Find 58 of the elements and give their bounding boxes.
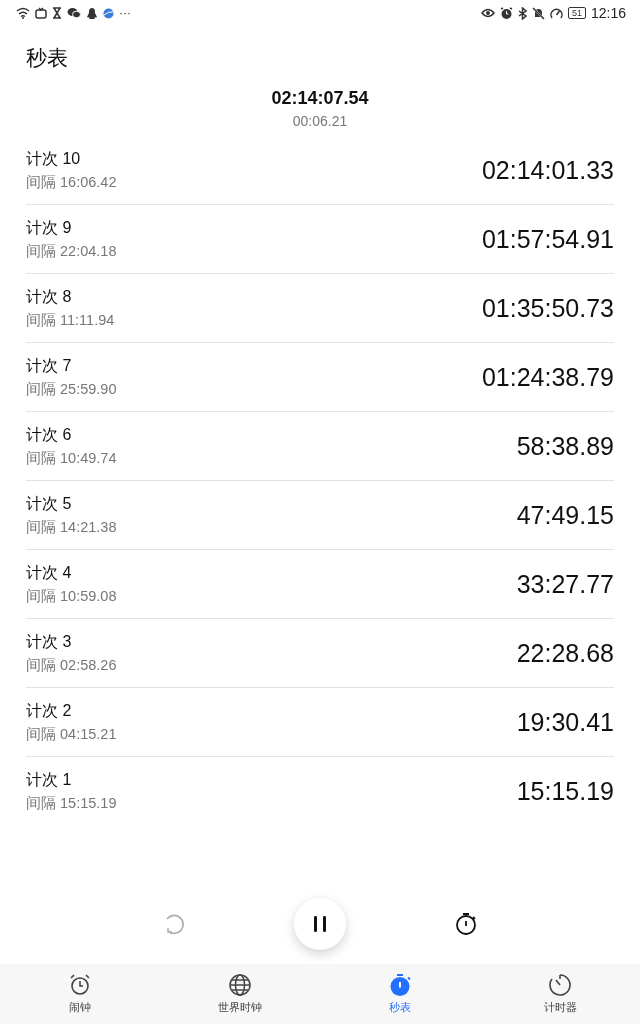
nav-tab[interactable]: 计时器 (480, 964, 640, 1024)
lap-time: 33:27.77 (516, 569, 614, 599)
pause-icon (313, 915, 327, 933)
lap-time: 58:38.89 (516, 431, 614, 461)
lap-interval: 间隔 04:15.21 (26, 724, 117, 744)
eye-icon (480, 8, 495, 18)
chat-icon (67, 7, 81, 19)
bell-off-icon (531, 6, 545, 20)
lap-interval: 间隔 22:04.18 (26, 241, 117, 261)
lap-label: 计次 1 (26, 769, 73, 790)
more-notifications: ··· (119, 7, 131, 19)
lap-label: 计次 10 (26, 148, 82, 169)
lap-time: 01:24:38.79 (481, 362, 614, 392)
globe-icon (103, 7, 114, 19)
lap-interval: 间隔 02:58.26 (26, 655, 117, 675)
lap-time: 02:14:01.33 (481, 155, 614, 185)
lap-interval: 间隔 14:21.38 (26, 517, 117, 537)
lap-interval: 间隔 10:49.74 (26, 448, 117, 468)
status-time: 12:16 (590, 5, 626, 21)
lap-time: 15:15.19 (516, 776, 614, 806)
hourglass-icon (52, 7, 62, 19)
lap-interval: 间隔 16:06.42 (26, 172, 117, 192)
lap-time: 19:30.41 (516, 707, 614, 737)
lap-time: 01:35:50.73 (481, 293, 614, 323)
lap-label: 计次 4 (26, 562, 73, 583)
lap-time: 01:57:54.91 (481, 224, 614, 254)
pause-button[interactable] (294, 898, 346, 950)
tv-icon (35, 7, 47, 19)
stopwatch-icon (453, 911, 479, 937)
lap-time: 22:28.68 (516, 638, 614, 668)
page-title: 秒表 (25, 45, 69, 71)
alarm-icon (499, 6, 513, 20)
lap-label: 计次 5 (26, 493, 73, 514)
globe-icon (228, 973, 252, 997)
lap-label: 计次 2 (26, 700, 73, 721)
lap-interval: 间隔 15:15.19 (26, 793, 117, 813)
speedometer-icon (549, 7, 563, 19)
lap-interval: 间隔 25:59.90 (26, 379, 117, 399)
lap-label: 计次 8 (26, 286, 73, 307)
penguin-icon (86, 6, 98, 20)
timer-icon (548, 973, 572, 997)
current-lap-time: 00:06.21 (291, 112, 349, 130)
lap-label: 计次 7 (26, 355, 73, 376)
lap-label: 计次 3 (26, 631, 73, 652)
lap-time: 47:49.15 (516, 500, 614, 530)
nav-tab[interactable]: 秒表 (320, 964, 480, 1024)
lap-interval: 间隔 11:11.94 (26, 310, 115, 330)
nav-tab[interactable]: 世界时钟 (160, 964, 320, 1024)
total-time: 02:14:07.54 (270, 87, 370, 109)
lap-label: 计次 9 (26, 217, 73, 238)
nav-tab[interactable]: 闹钟 (0, 964, 160, 1024)
bluetooth-icon (517, 6, 527, 20)
battery-indicator: 51 (567, 7, 586, 19)
wifi-icon (16, 7, 30, 19)
lap-interval: 间隔 10:59.08 (26, 586, 117, 606)
lap-label: 计次 6 (26, 424, 73, 445)
stopwatch-icon (388, 973, 412, 997)
alarm-clock-icon (68, 973, 92, 997)
